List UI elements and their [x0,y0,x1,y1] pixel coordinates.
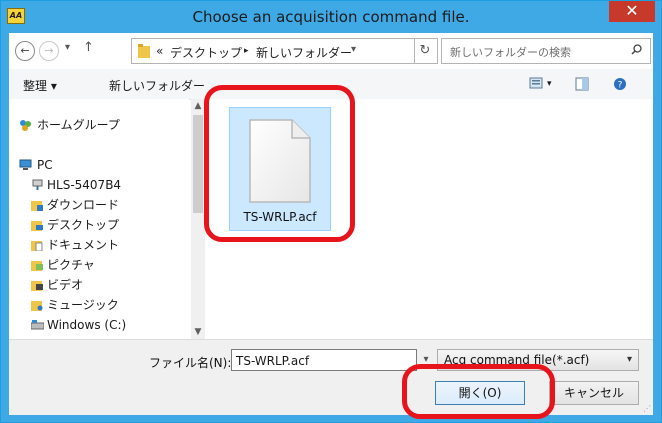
nav-item-label: ドキュメント [47,238,120,252]
search-icon[interactable] [631,44,642,55]
address-dropdown-icon[interactable]: ▾ [351,44,356,55]
nav-item-pictures[interactable]: ピクチャ [9,255,187,275]
back-button[interactable]: ← [15,41,35,61]
address-row: ← → ▾ ↑ « デスクトップ ▸ 新しいフォルダー ▾ ↻ 新しいフォルダー… [9,33,653,69]
nav-item-hls-5407b4[interactable]: HLS-5407B4 [9,175,187,195]
nav-item-label: ピクチャ [47,258,95,272]
annotation-highlight-open-button [402,364,555,419]
search-input[interactable]: 新しいフォルダーの検索 [441,38,651,64]
breadcrumb-new-folder[interactable]: 新しいフォルダー [256,44,352,61]
nav-item-homegroup[interactable]: ホームグループ [9,115,187,135]
help-icon[interactable]: ? [613,77,627,91]
annotation-highlight-file [204,85,355,242]
refresh-button[interactable]: ↻ [413,38,438,64]
nav-item-label: HLS-5407B4 [47,178,122,192]
homegroup-icon [20,120,31,131]
nav-item-label: ダウンロード [47,198,120,212]
forward-button[interactable]: → [39,41,59,61]
drive-icon [31,320,44,330]
address-bar[interactable]: « デスクトップ ▸ 新しいフォルダー ▾ [131,38,415,64]
close-button[interactable]: ✕ [609,1,655,22]
desktop-folder-icon [31,221,43,231]
nav-item-desktop[interactable]: デスクトップ [9,215,187,235]
preview-pane-icon[interactable] [575,77,589,91]
pc-icon [19,159,32,170]
nav-item-downloads[interactable]: ダウンロード [9,195,187,215]
nav-item-label: ホームグループ [37,118,120,132]
nav-item-windows-c[interactable]: Windows (C:) [9,315,187,335]
chevron-down-icon: ▾ [626,354,632,365]
nav-item-videos[interactable]: ビデオ [9,275,187,295]
cancel-button[interactable]: キャンセル [549,381,639,405]
navigation-scrollbar[interactable]: ▲ ▼ [191,99,205,339]
nav-item-label: PC [37,158,53,172]
recent-locations-chevron-icon[interactable]: ▾ [65,42,70,53]
nav-item-label: ビデオ [47,278,84,292]
title-bar[interactable]: AA Choose an acquisition command file. ✕ [1,1,661,33]
scroll-down-arrow-icon[interactable]: ▼ [191,325,205,339]
nav-item-label: デスクトップ [47,218,120,232]
pictures-folder-icon [31,261,43,271]
network-drive-icon [32,179,43,190]
bottom-panel: ファイル名(N): TS-WRLP.acf ▾ Acq command file… [9,339,653,415]
new-folder-button[interactable]: 新しいフォルダー [109,77,205,94]
nav-item-documents[interactable]: ドキュメント [9,235,187,255]
breadcrumb-separator-icon[interactable]: ▸ [244,46,249,56]
search-placeholder: 新しいフォルダーの検索 [450,46,571,59]
videos-folder-icon [31,281,43,291]
filename-label: ファイル名(N): [149,356,232,370]
breadcrumb-desktop[interactable]: デスクトップ [170,44,242,61]
documents-folder-icon [31,241,43,251]
scroll-up-arrow-icon[interactable]: ▲ [191,99,205,113]
nav-item-label: Windows (C:) [47,318,127,332]
organize-menu[interactable]: 整理 ▾ [23,77,57,94]
navigation-pane[interactable]: ホームグループ PC HLS-5407B4 ダウンロード デスクトップ ドキュメ… [9,99,189,339]
breadcrumb-overflow[interactable]: « [156,44,163,58]
folder-icon [138,44,150,58]
nav-item-label: ミュージック [47,298,119,312]
nav-item-music[interactable]: ミュージック [9,295,187,315]
window-title: Choose an acquisition command file. [192,8,470,26]
filename-input[interactable]: TS-WRLP.acf [231,349,417,371]
up-arrow-icon[interactable]: ↑ [83,40,94,55]
downloads-folder-icon [31,201,43,211]
nav-item-pc[interactable]: PC [9,155,187,175]
view-dropdown-icon[interactable]: ▾ [547,79,552,89]
music-folder-icon [31,301,43,311]
resize-grip-icon[interactable]: ⋰ [643,404,651,413]
scroll-thumb[interactable] [193,115,203,213]
svg-text:?: ? [618,81,623,91]
view-options-icon[interactable] [529,77,545,91]
